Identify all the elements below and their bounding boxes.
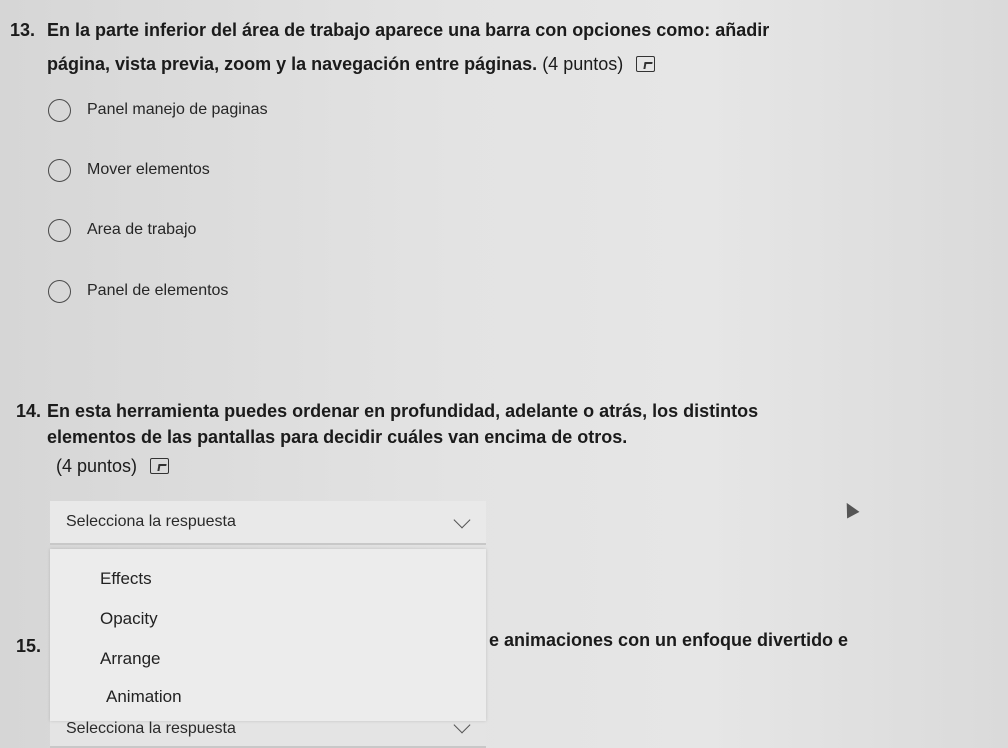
- q14-points-wrap: (4 puntos): [56, 453, 170, 479]
- q15-text: e animaciones con un enfoque divertido e: [489, 630, 849, 650]
- q13-line1: En la parte inferior del área de trabajo…: [47, 20, 770, 40]
- menu-item-arrange[interactable]: Arrange: [100, 649, 160, 669]
- q13-option-3[interactable]: Area de trabajo: [48, 215, 196, 245]
- q14-line2: elementos de las pantallas para decidir …: [47, 427, 628, 447]
- q14-answer-select[interactable]: Selecciona la respuesta: [50, 501, 486, 545]
- radio-button[interactable]: [48, 98, 71, 122]
- select-placeholder: Selecciona la respuesta: [66, 513, 236, 530]
- option-label: Area de trabajo: [87, 221, 197, 238]
- q13-option-4[interactable]: Panel de elementos: [48, 276, 228, 306]
- quiz-page: 13. En la parte inferior del área de tra…: [0, 0, 1008, 748]
- q13-option-1[interactable]: Panel manejo de paginas: [48, 95, 268, 125]
- mouse-pointer-icon: [840, 499, 860, 519]
- q14-line1: En esta herramienta puedes ordenar en pr…: [47, 401, 759, 421]
- option-label: Mover elementos: [87, 161, 210, 178]
- q13-number: 13.: [10, 20, 36, 40]
- q13-line2: página, vista previa, zoom y la navegaci…: [47, 54, 538, 74]
- q13-line2-wrap: página, vista previa, zoom y la navegaci…: [47, 51, 656, 77]
- radio-button[interactable]: [48, 158, 71, 182]
- audio-read-aloud-icon[interactable]: [636, 56, 656, 72]
- q13-points: (4 puntos): [542, 54, 624, 74]
- q14-points: (4 puntos): [56, 456, 138, 476]
- q14-dropdown-menu: Effects Opacity Arrange Animation: [50, 549, 486, 721]
- select-placeholder: Selecciona la respuesta: [66, 719, 236, 737]
- radio-button[interactable]: [48, 218, 71, 242]
- q14-number: 14.: [16, 401, 42, 421]
- audio-read-aloud-icon[interactable]: [150, 458, 170, 474]
- menu-item-animation[interactable]: Animation: [106, 687, 182, 707]
- menu-item-effects[interactable]: Effects: [100, 569, 152, 589]
- option-label: Panel manejo de paginas: [87, 101, 268, 118]
- q13-option-2[interactable]: Mover elementos: [48, 155, 210, 185]
- menu-item-opacity[interactable]: Opacity: [100, 609, 158, 629]
- chevron-down-icon: [453, 511, 471, 529]
- radio-button[interactable]: [48, 279, 71, 303]
- option-label: Panel de elementos: [87, 282, 229, 299]
- q15-number: 15.: [16, 636, 42, 656]
